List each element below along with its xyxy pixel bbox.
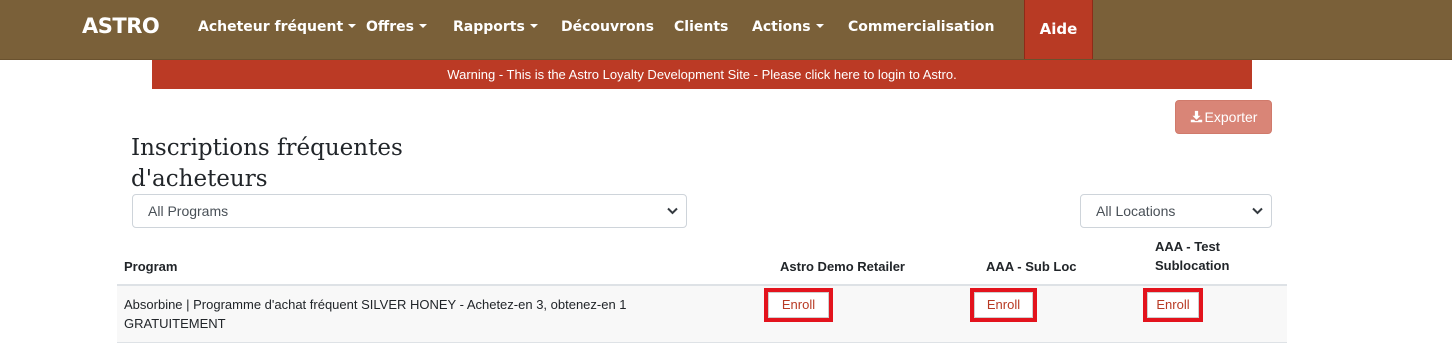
location-select[interactable]: All Locations: [1080, 194, 1272, 228]
export-label: Exporter: [1204, 109, 1258, 125]
caret-down-icon: [348, 24, 357, 28]
caret-down-icon: [418, 24, 427, 28]
location-select-value: All Locations: [1096, 203, 1176, 219]
program-cell: Absorbine | Programme d'achat fréquent S…: [124, 295, 724, 333]
program-name-cont: GRATUITEMENT: [124, 316, 226, 331]
warning-banner[interactable]: Warning - This is the Astro Loyalty Deve…: [152, 60, 1252, 89]
nav-clients[interactable]: Clients: [674, 19, 728, 35]
nav-label: Découvrons: [561, 19, 654, 35]
nav-decouvrons[interactable]: Découvrons: [561, 19, 654, 35]
header-line: AAA - Test: [1155, 239, 1220, 254]
program-select-value: All Programs: [148, 203, 229, 219]
enroll-highlight: Enroll: [1143, 288, 1203, 322]
enroll-button-astro-demo-retailer[interactable]: Enroll: [768, 292, 829, 318]
column-header-aaa-sub-loc: AAA - Sub Loc: [986, 259, 1077, 274]
enroll-highlight: Enroll: [970, 288, 1037, 322]
column-header-aaa-test-sublocation: AAA - Test Sublocation: [1155, 237, 1229, 275]
nav-commercialisation[interactable]: Commercialisation: [848, 19, 994, 35]
row-divider: [117, 342, 1287, 343]
top-navbar: ASTRO Acheteur fréquent Offres Rapports …: [0, 0, 1452, 60]
column-header-astro-demo-retailer: Astro Demo Retailer: [780, 259, 905, 274]
nav-acheteur-frequent[interactable]: Acheteur fréquent: [198, 19, 357, 35]
nav-actions[interactable]: Actions: [752, 19, 824, 35]
nav-label: Commercialisation: [848, 19, 995, 35]
nav-label: Acheteur fréquent: [198, 19, 344, 35]
nav-offres[interactable]: Offres: [366, 19, 427, 35]
nav-label: Rapports: [453, 19, 525, 35]
caret-down-icon: [815, 24, 824, 28]
nav-label: Offres: [366, 19, 414, 35]
nav-label: Actions: [752, 19, 811, 35]
program-select[interactable]: All Programs: [132, 194, 687, 228]
nav-aide[interactable]: Aide: [1024, 0, 1093, 59]
brand-logo[interactable]: ASTRO: [82, 14, 160, 38]
nav-rapports[interactable]: Rapports: [453, 19, 538, 35]
export-button[interactable]: Exporter: [1175, 100, 1272, 134]
enroll-button-aaa-sub-loc[interactable]: Enroll: [974, 292, 1033, 318]
chevron-down-icon: [1252, 207, 1263, 215]
page-title-line2: d'acheteurs: [131, 166, 268, 192]
column-header-program: Program: [124, 259, 178, 274]
download-icon: [1190, 110, 1202, 123]
caret-down-icon: [529, 24, 538, 28]
chevron-down-icon: [667, 207, 678, 215]
page-title: Inscriptions fréquentes d'acheteurs: [131, 133, 461, 195]
page-title-line1: Inscriptions fréquentes: [131, 135, 403, 161]
nav-label: Clients: [674, 19, 729, 35]
header-line: Sublocation: [1155, 258, 1230, 273]
enroll-button-aaa-test-sublocation[interactable]: Enroll: [1147, 292, 1199, 318]
program-name: Absorbine | Programme d'achat fréquent S…: [124, 297, 627, 312]
enroll-highlight: Enroll: [764, 288, 833, 322]
